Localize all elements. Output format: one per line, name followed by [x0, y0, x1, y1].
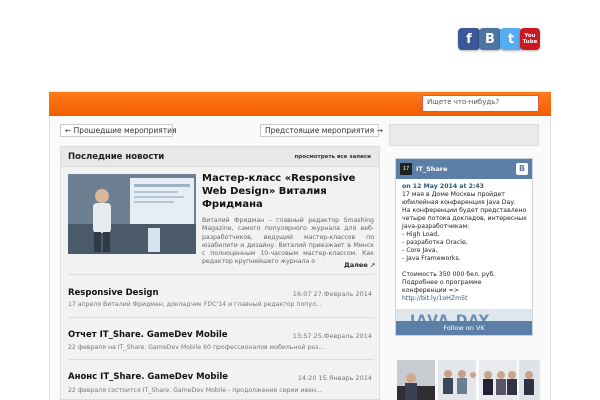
nav-separator: [358, 4, 359, 20]
vk-post: on 12 May 2014 at 2:43 17 мая в Доме Мос…: [402, 183, 528, 303]
news-item-title[interactable]: Отчет IT_Share. GameDev Mobile: [68, 330, 228, 340]
vk-post-date[interactable]: on 12 May 2014 at 2:43: [402, 183, 528, 191]
vk-group-name[interactable]: IT_Share: [416, 165, 447, 173]
news-item-date: 16:07 27.Февраль 2014: [292, 290, 372, 298]
news-header: Последние новости просмотреть все записи: [61, 147, 379, 167]
news-title: Последние новости: [68, 152, 165, 162]
vk-post-line: 17 мая в Доме Москвы пройдет: [402, 191, 505, 198]
group-avatar[interactable]: 17: [400, 163, 412, 175]
youtube-icon[interactable]: You Tube: [520, 28, 540, 50]
nav-separator: [102, 4, 103, 20]
vk-post-link[interactable]: http://bit.ly/1oHZm5t: [402, 295, 528, 303]
vk-logo-icon[interactable]: B: [516, 163, 528, 175]
photo-thumbnail[interactable]: [397, 360, 435, 400]
vk-post-line: - High Load,: [402, 231, 440, 238]
featured-title[interactable]: Мастер-класс «Responsive Web Design» Вит…: [202, 172, 374, 211]
nav-item-home[interactable]: Главная: [60, 0, 100, 24]
news-item-desc: 22 февраля на IT_Share. GameDev Mobile 6…: [68, 344, 325, 351]
news-item-date: 13:57 25.Февраль 2014: [292, 332, 372, 340]
photo-thumbnail[interactable]: [479, 360, 517, 400]
featured-image[interactable]: [68, 174, 196, 254]
news-item-date: 14:20 15.Январь 2014: [297, 374, 372, 382]
row-separator: [68, 274, 374, 275]
nav-separator: [227, 4, 228, 20]
news-item-desc: 17 апреля Виталий Фридман, докладчик FDC…: [68, 301, 322, 308]
photo-thumbnail[interactable]: [438, 360, 476, 400]
sidebar-top-box: [389, 124, 539, 146]
news-item-desc: 22 февраля состоится IT_Share. GameDev M…: [68, 387, 322, 394]
vk-post-line: Подробнее о программе конференции =>: [402, 279, 482, 294]
photo-thumbnail[interactable]: [519, 360, 540, 400]
search-input[interactable]: Ищете что-нибудь?: [422, 95, 539, 112]
vk-post-line: - Java Frameworks.: [402, 255, 461, 262]
vk-post-spacer: [402, 263, 528, 271]
more-link[interactable]: Далее ➚: [344, 261, 375, 269]
vk-post-line: Java-разработчикам:: [402, 223, 470, 230]
vk-post-line: юбилейная конференция Java Day.: [402, 199, 516, 206]
nav-item-upcoming[interactable]: Ближайшие мероприятия: [110, 0, 236, 24]
news-item-title[interactable]: Responsive Design: [68, 288, 159, 298]
row-separator: [68, 317, 374, 318]
vk-widget: 17 IT_Share B on 12 May 2014 at 2:43 17 …: [395, 158, 533, 336]
arrow-right-icon: ➚: [370, 261, 376, 269]
vk-post-line: На конференции будет представлено: [402, 207, 527, 214]
more-label: Далее: [344, 261, 368, 269]
vk-widget-header: 17 IT_Share B: [396, 159, 532, 179]
vk-post-line: Стоимость 350 000 бел. руб.: [402, 271, 496, 278]
nav-item-about[interactable]: О нас: [367, 0, 394, 24]
vk-post-line: - разработка Oracle,: [402, 239, 468, 246]
featured-excerpt: Виталий Фридман – главный редактор Smash…: [202, 217, 374, 266]
vk-post-line: четыре потока докладов, интересных: [402, 215, 527, 222]
next-events-button[interactable]: Предстоящие мероприятия →: [260, 124, 383, 137]
prev-events-button[interactable]: ← Прошедшие мероприятия: [60, 124, 176, 137]
twitter-icon[interactable]: t: [500, 28, 522, 50]
vk-post-line: - Core Java,: [402, 247, 438, 254]
nav-item-past[interactable]: Прошедшие мероприятия ▾: [235, 0, 367, 24]
facebook-icon[interactable]: f: [458, 28, 480, 50]
view-all-link[interactable]: просмотреть все записи: [294, 154, 371, 160]
news-panel: Последние новости просмотреть все записи…: [60, 146, 380, 400]
follow-vk-button[interactable]: Follow on VK: [396, 321, 532, 335]
news-item-title[interactable]: Анонс IT_Share. GameDev Mobile: [68, 372, 228, 382]
nav-item-past-label: Прошедшие мероприятия: [235, 7, 361, 16]
vk-icon[interactable]: B: [479, 28, 501, 50]
row-separator: [68, 359, 374, 360]
